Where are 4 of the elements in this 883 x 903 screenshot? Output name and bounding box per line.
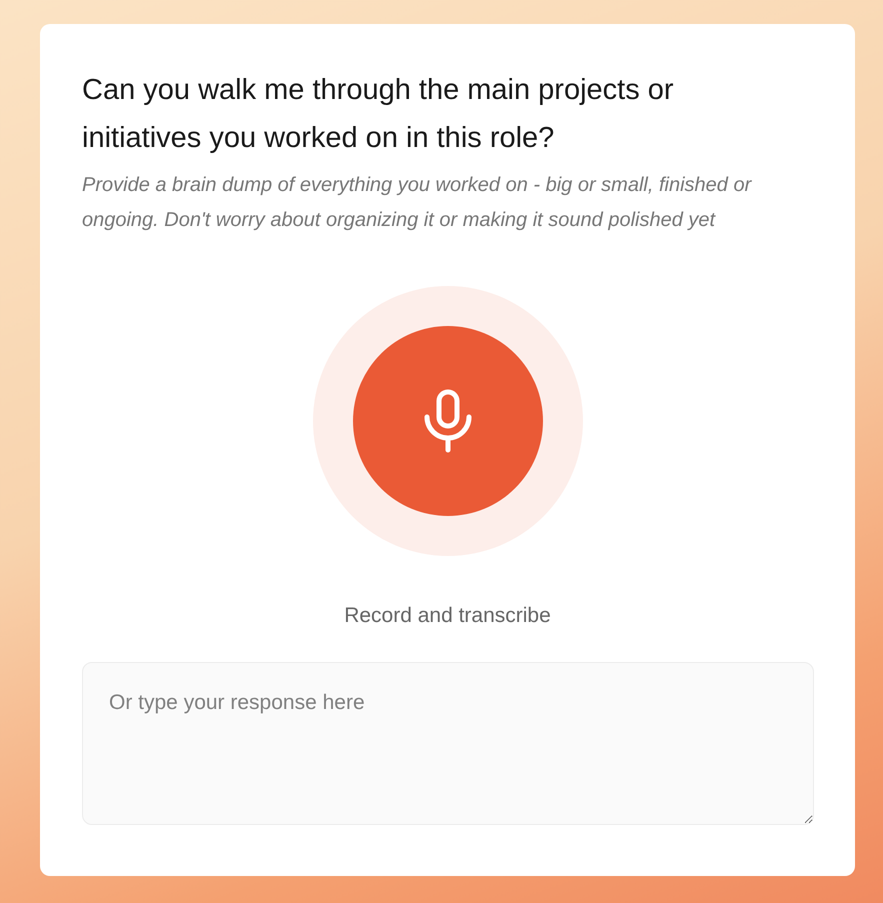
response-field[interactable]: Or type your response here [82, 662, 814, 824]
record-label: Record and transcribe [344, 603, 551, 629]
question-hint: Provide a brain dump of everything you worked on - big or small, finished or ongoing. Don't worry about organizing it or making it sound polished yet [82, 173, 753, 233]
question-title: Can you walk me through the main projects or initiatives you worked on in this role? [82, 73, 675, 156]
